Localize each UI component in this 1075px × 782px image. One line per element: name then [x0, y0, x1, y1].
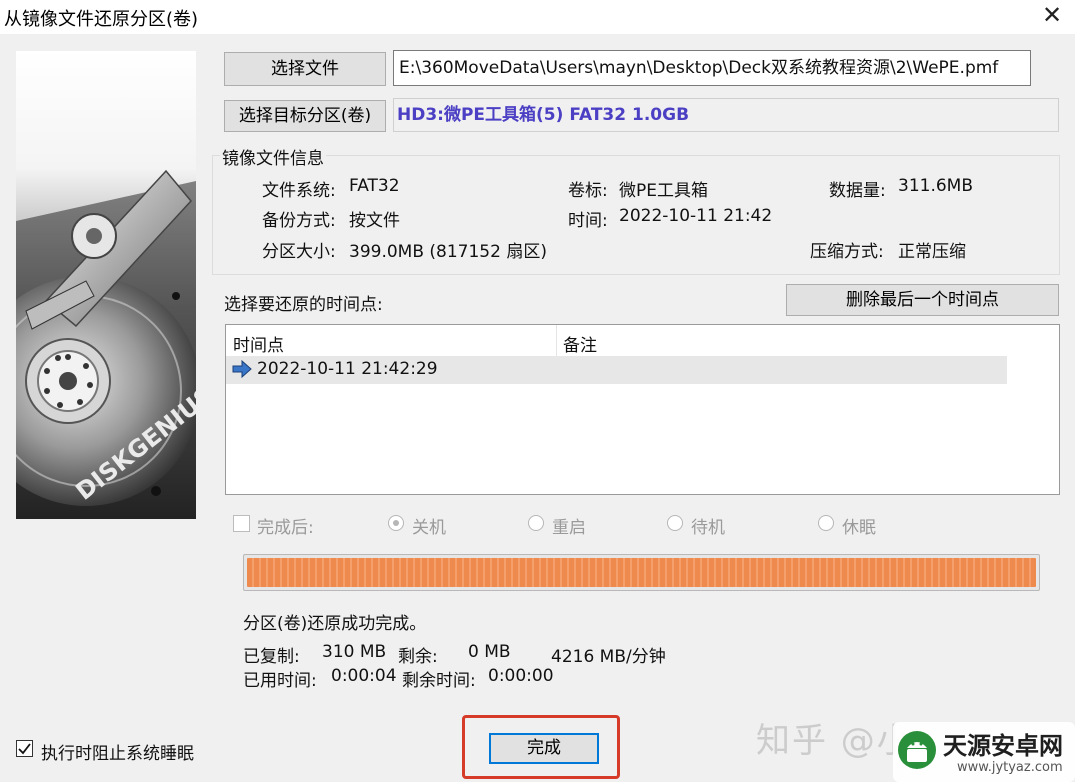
time-label: 时间:	[568, 211, 608, 231]
delete-last-timepoint-label: 删除最后一个时间点	[846, 290, 999, 310]
target-partition-field: HD3:微PE工具箱(5) FAT32 1.0GB	[393, 98, 1059, 132]
prevent-sleep-label: 执行时阻止系统睡眠	[41, 744, 194, 764]
arrow-right-icon	[232, 359, 252, 383]
remaining-label: 剩余:	[398, 647, 438, 667]
after-completion-label: 完成后:	[257, 518, 314, 538]
elapsed-value: 0:00:04	[331, 666, 397, 686]
volume-label: 卷标:	[568, 181, 608, 201]
after-completion-checkbox[interactable]	[233, 515, 250, 532]
radio-hibernate[interactable]	[818, 515, 834, 531]
time-left-value: 0:00:00	[488, 666, 554, 686]
android-logo-icon	[897, 728, 937, 777]
select-target-label: 选择目标分区(卷)	[238, 106, 372, 126]
backup-mode-label: 备份方式:	[262, 211, 336, 231]
time-value: 2022-10-11 21:42	[619, 206, 773, 226]
done-button[interactable]: 完成	[489, 733, 599, 764]
file-path-text: E:\360MoveData\Users\mayn\Desktop\Deck双系…	[399, 58, 999, 78]
timepoint-list[interactable]: 时间点 备注 2022-10-11 21:42:29	[225, 324, 1060, 495]
diskgenius-hero-image: DISKGENIUS	[0, 51, 219, 519]
status-message: 分区(卷)还原成功完成。	[243, 614, 427, 634]
elapsed-label: 已用时间:	[243, 671, 317, 691]
radio-standby-label: 待机	[691, 518, 725, 538]
time-left-label: 剩余时间:	[402, 671, 476, 691]
column-header-note[interactable]: 备注	[563, 331, 597, 356]
column-header-time[interactable]: 时间点	[233, 331, 284, 356]
row-timepoint: 2022-10-11 21:42:29	[257, 359, 438, 379]
radio-restart[interactable]	[528, 515, 544, 531]
progress-fill	[247, 558, 1036, 587]
checkmark-icon	[18, 743, 31, 755]
delete-last-timepoint-button[interactable]: 删除最后一个时间点	[786, 284, 1059, 316]
compression-label: 压缩方式:	[810, 242, 884, 262]
progress-bar	[243, 554, 1040, 591]
site-url: www.jytyaz.com	[957, 760, 1063, 775]
file-path-input[interactable]: E:\360MoveData\Users\mayn\Desktop\Deck双系…	[393, 50, 1031, 86]
radio-shutdown[interactable]	[388, 515, 404, 531]
done-label: 完成	[527, 738, 561, 758]
site-name: 天源安卓网	[943, 732, 1063, 760]
select-file-button[interactable]: 选择文件	[224, 52, 386, 86]
radio-shutdown-label: 关机	[412, 518, 446, 538]
zhihu-watermark: 知乎 @小	[756, 721, 913, 761]
image-info-title: 镜像文件信息	[220, 144, 326, 169]
filesystem-value: FAT32	[349, 176, 400, 196]
speed-value: 4216 MB/分钟	[551, 647, 666, 667]
hard-disk-illustration: DISKGENIUS	[0, 51, 219, 519]
partition-size-label: 分区大小:	[262, 242, 336, 262]
target-partition-text: HD3:微PE工具箱(5) FAT32 1.0GB	[397, 105, 690, 125]
close-button[interactable]: ✕	[1036, 0, 1068, 32]
radio-hibernate-label: 休眠	[842, 518, 876, 538]
partition-size-value: 399.0MB (817152 扇区)	[349, 242, 547, 262]
window-title: 从镜像文件还原分区(卷)	[4, 9, 199, 30]
backup-mode-value: 按文件	[349, 211, 400, 231]
remaining-value: 0 MB	[468, 642, 511, 662]
site-watermark: 天源安卓网 www.jytyaz.com	[893, 722, 1075, 782]
timepoint-prompt: 选择要还原的时间点:	[224, 295, 383, 315]
table-row[interactable]: 2022-10-11 21:42:29	[226, 356, 1007, 384]
filesystem-label: 文件系统:	[262, 181, 336, 201]
prevent-sleep-checkbox[interactable]	[16, 740, 33, 757]
radio-restart-label: 重启	[552, 518, 586, 538]
column-divider	[556, 325, 557, 356]
copied-label: 已复制:	[243, 647, 300, 667]
compression-value: 正常压缩	[898, 242, 966, 262]
datasize-label: 数据量:	[829, 181, 886, 201]
close-icon: ✕	[1041, 1, 1063, 29]
radio-standby[interactable]	[667, 515, 683, 531]
datasize-value: 311.6MB	[898, 176, 973, 196]
copied-value: 310 MB	[322, 642, 387, 662]
select-target-partition-button[interactable]: 选择目标分区(卷)	[224, 100, 386, 132]
list-header: 时间点 备注	[226, 325, 1007, 357]
select-file-label: 选择文件	[271, 59, 339, 79]
volume-value: 微PE工具箱	[619, 181, 708, 201]
